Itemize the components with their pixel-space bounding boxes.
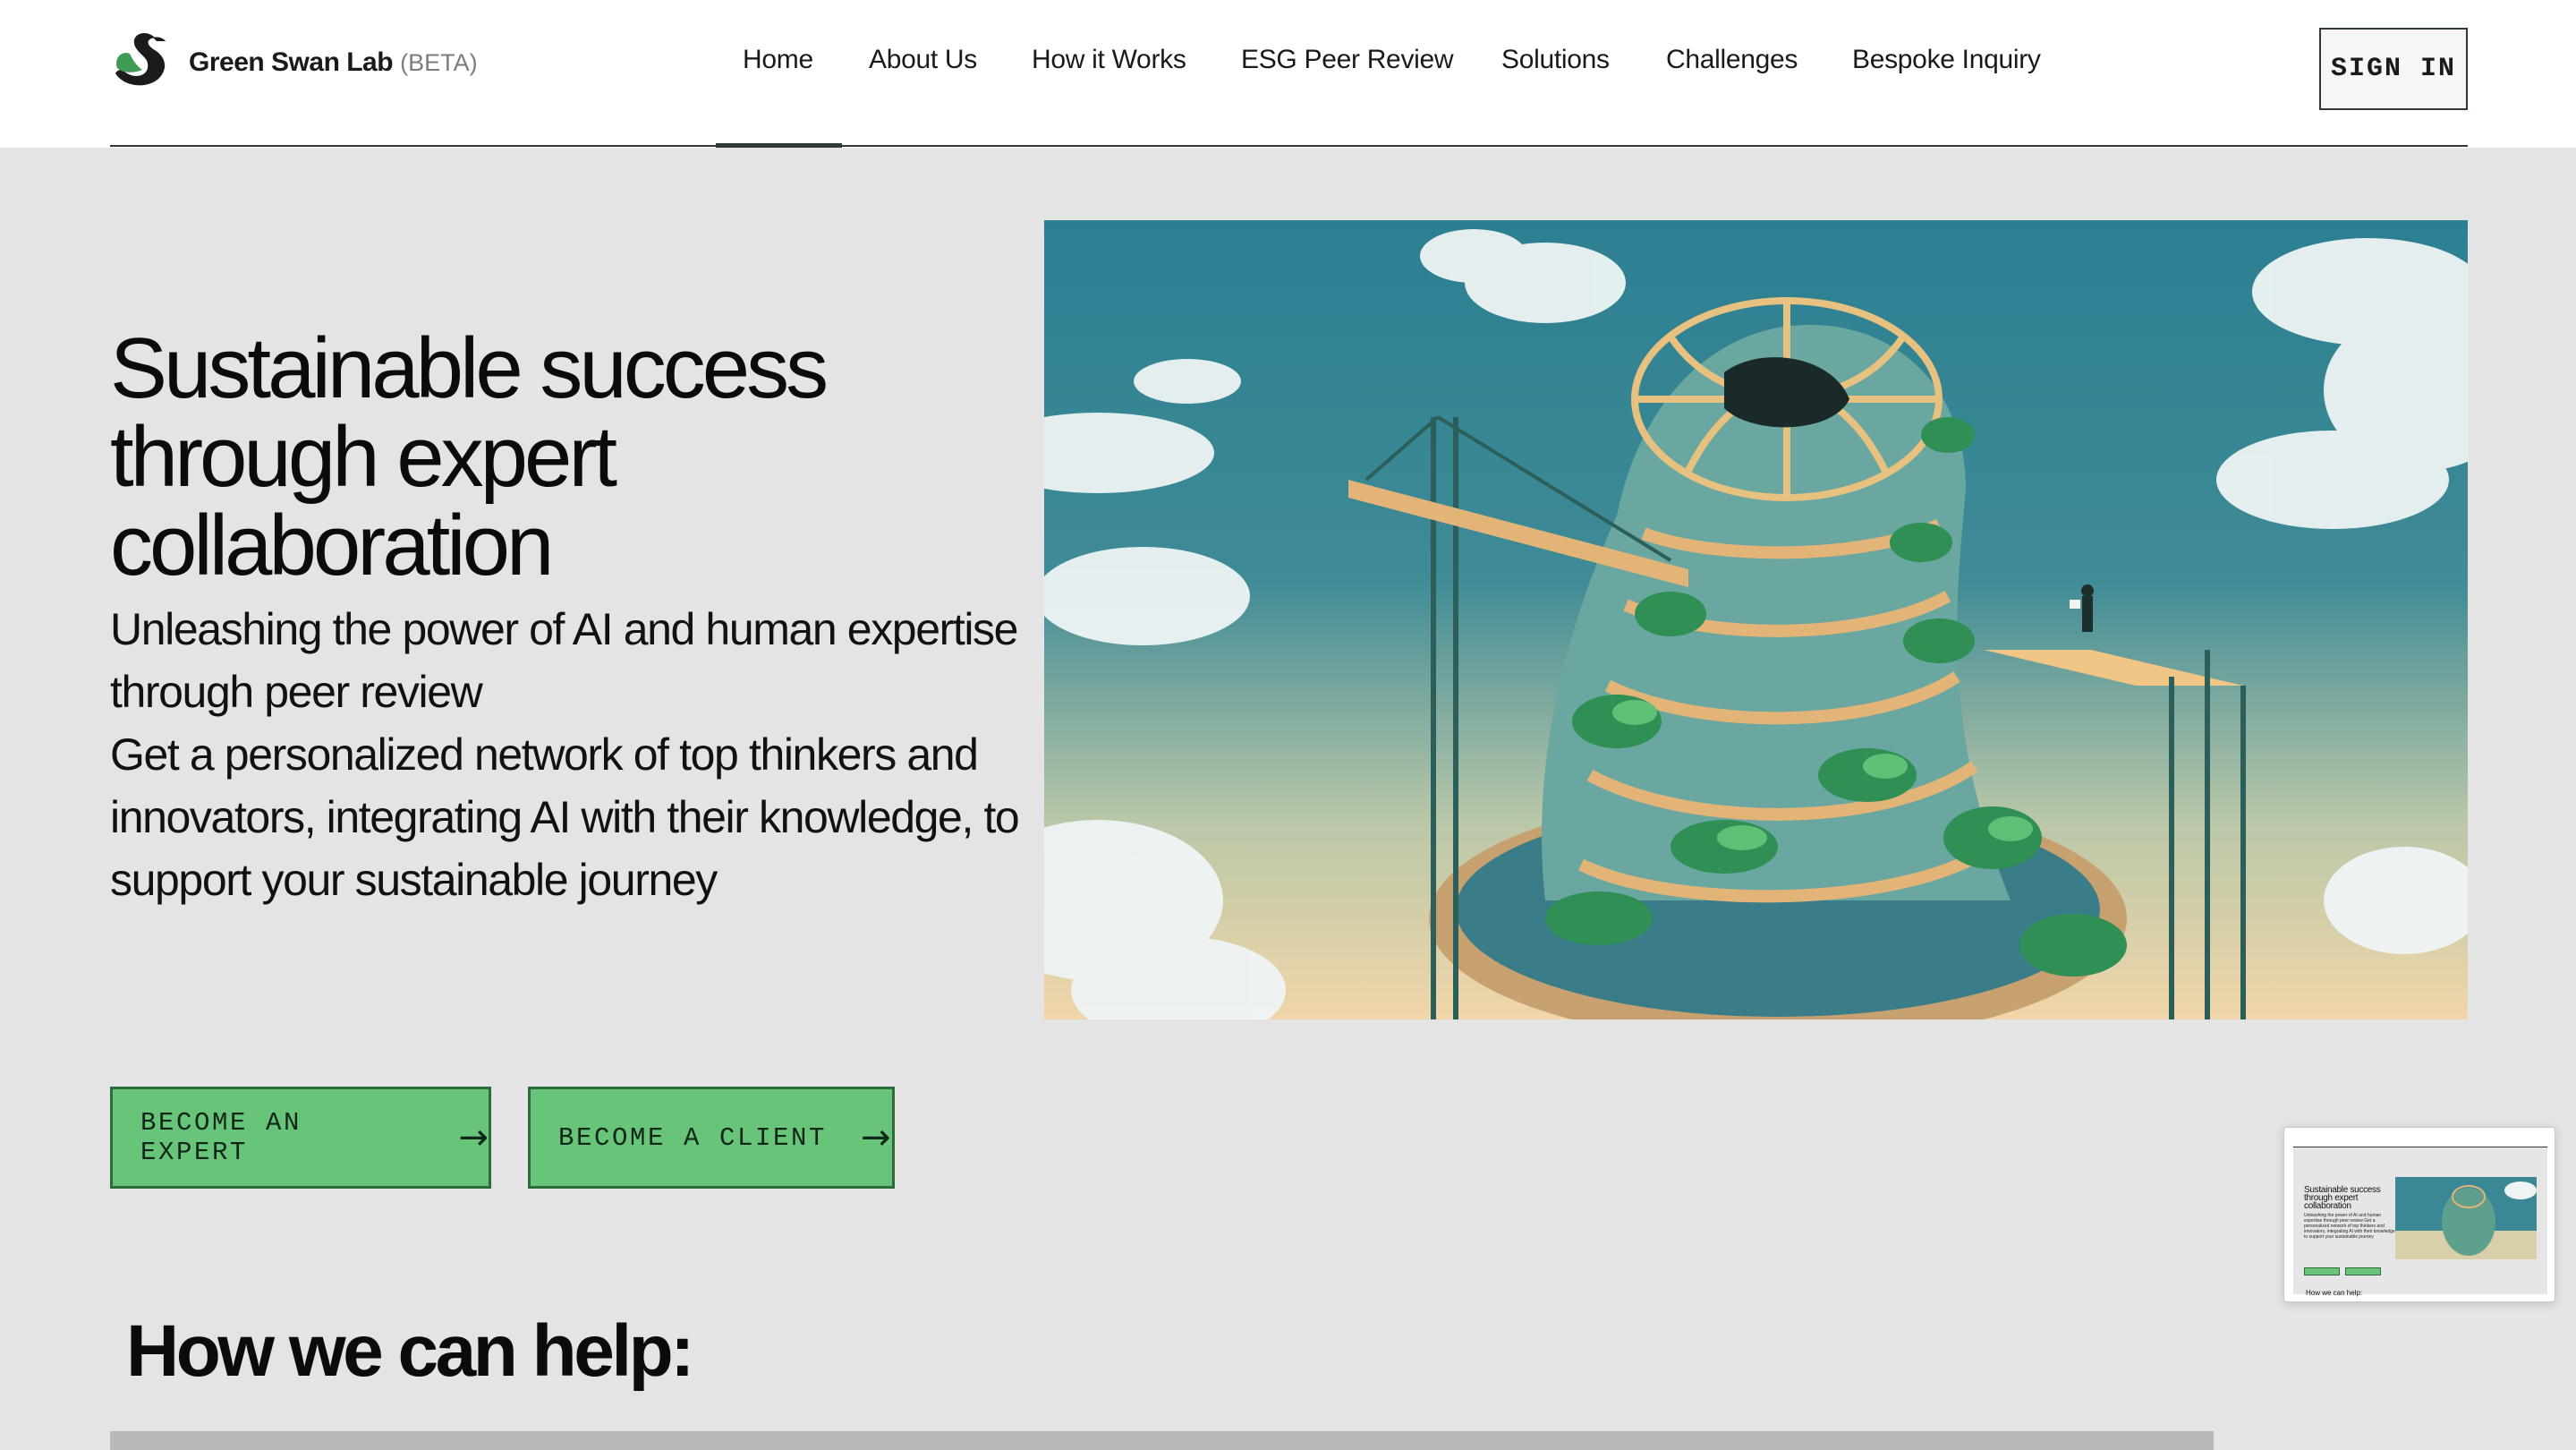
- hero-illustration: [1044, 220, 2468, 1019]
- swan-logo-icon: [115, 33, 166, 86]
- nav-item-about-us[interactable]: About Us: [869, 45, 977, 75]
- beta-badge: (BETA): [400, 48, 478, 76]
- thumbnail-canvas: Sustainable success through expert colla…: [2293, 1135, 2547, 1297]
- sign-in-button[interactable]: SIGN IN: [2319, 28, 2468, 110]
- thumbnail-client-button: [2345, 1267, 2381, 1275]
- thumbnail-title: Sustainable success through expert colla…: [2304, 1185, 2381, 1211]
- hero-subtitle-line-2: Get a personalized network of top thinke…: [110, 729, 1020, 905]
- arrow-right-icon: →: [861, 1117, 891, 1158]
- become-expert-label: BECOME AN EXPERT: [140, 1108, 302, 1167]
- active-nav-indicator: [716, 143, 842, 148]
- nav-item-solutions[interactable]: Solutions: [1501, 45, 1610, 75]
- thumbnail-illustration: [2395, 1177, 2537, 1259]
- thumbnail-expert-button: [2304, 1267, 2340, 1275]
- thumbnail-subtitle: Unleashing the power of AI and human exp…: [2304, 1213, 2398, 1240]
- become-client-button[interactable]: BECOME A CLIENT →: [528, 1087, 895, 1189]
- hero-subtitle-line-1: Unleashing the power of AI and human exp…: [110, 604, 1018, 717]
- become-client-label: BECOME A CLIENT: [558, 1122, 828, 1153]
- hero-subtitle: Unleashing the power of AI and human exp…: [110, 598, 1050, 911]
- page-preview-thumbnail[interactable]: Sustainable success through expert colla…: [2283, 1127, 2555, 1302]
- arrow-right-icon: →: [458, 1117, 489, 1158]
- thumbnail-header: [2293, 1135, 2547, 1147]
- help-section-panel: [110, 1431, 2214, 1450]
- brand-logo-link[interactable]: Green Swan Lab (BETA): [110, 30, 478, 95]
- how-we-can-help-heading: How we can help:: [126, 1310, 695, 1392]
- nav-item-esg-peer-review[interactable]: ESG Peer Review: [1241, 45, 1454, 75]
- header-divider: [110, 145, 2468, 147]
- thumbnail-help-heading: How we can help:: [2306, 1289, 2363, 1297]
- become-expert-button[interactable]: BECOME AN EXPERT →: [110, 1087, 491, 1189]
- nav-item-how-it-works[interactable]: How it Works: [1032, 45, 1186, 75]
- hero-title: Sustainable success through expert colla…: [110, 320, 829, 593]
- site-header: Green Swan Lab (BETA) Home About Us How …: [0, 0, 2576, 148]
- nav-item-challenges[interactable]: Challenges: [1666, 45, 1798, 75]
- tower-construction-illustration: [1044, 220, 2468, 1019]
- nav-item-bespoke-inquiry[interactable]: Bespoke Inquiry: [1852, 45, 2041, 75]
- nav-item-home[interactable]: Home: [743, 45, 813, 75]
- brand-name: Green Swan Lab: [189, 47, 394, 77]
